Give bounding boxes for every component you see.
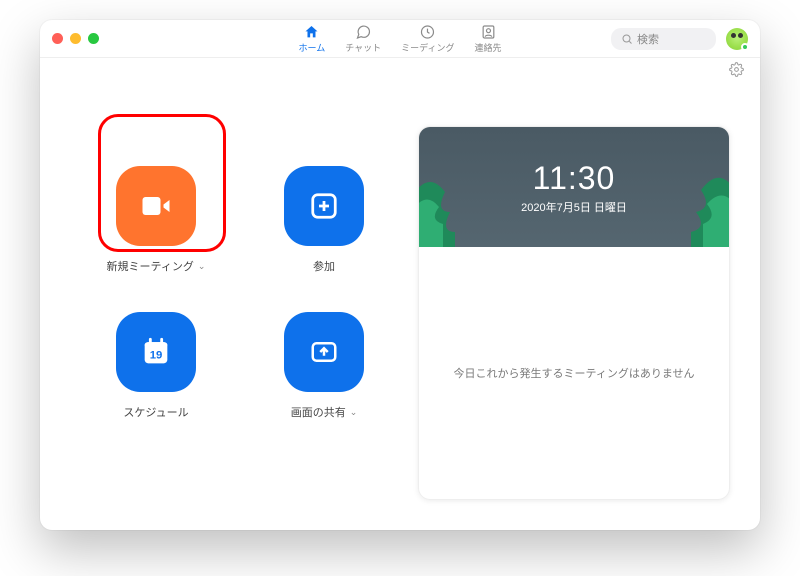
tab-contacts-label: 連絡先 — [475, 41, 502, 54]
tab-chat[interactable]: チャット — [345, 24, 381, 54]
action-tiles: 新規ミーティング ⌄ 参加 — [90, 126, 390, 500]
share-label: 画面の共有 — [291, 404, 346, 420]
tab-chat-label: チャット — [345, 41, 381, 54]
chat-icon — [355, 24, 371, 40]
search-placeholder: 検索 — [637, 31, 659, 47]
nav-tabs: ホーム チャット ミーディング 連絡先 — [298, 20, 501, 57]
toolbar — [40, 58, 760, 86]
tab-meetings[interactable]: ミーディング — [401, 24, 454, 54]
calendar-icon: 19 — [139, 335, 173, 369]
tab-home[interactable]: ホーム — [298, 24, 325, 54]
home-icon — [304, 24, 320, 40]
plant-decor-right — [663, 162, 730, 247]
chevron-down-icon[interactable]: ⌄ — [350, 407, 358, 418]
schedule-label: スケジュール — [123, 404, 188, 420]
tab-contacts[interactable]: 連絡先 — [475, 24, 502, 54]
share-screen-button[interactable]: 画面の共有 ⌄ — [258, 312, 390, 420]
upcoming-panel: 11:30 2020年7月5日 日曜日 今日これから発生するミーティングはありま… — [418, 126, 730, 500]
contacts-icon — [480, 24, 496, 40]
clock-banner: 11:30 2020年7月5日 日曜日 — [419, 127, 729, 247]
plus-icon — [309, 191, 339, 221]
search-icon — [621, 33, 633, 45]
search-input[interactable]: 検索 — [611, 28, 716, 50]
tab-home-label: ホーム — [298, 41, 325, 54]
svg-text:19: 19 — [150, 349, 163, 361]
app-window: ホーム チャット ミーディング 連絡先 — [40, 20, 760, 530]
new-meeting-button[interactable]: 新規ミーティング ⌄ — [90, 166, 222, 274]
tab-meetings-label: ミーディング — [401, 41, 454, 54]
window-controls — [52, 33, 99, 44]
avatar[interactable] — [726, 28, 748, 50]
plant-decor-left — [418, 162, 485, 247]
schedule-button[interactable]: 19 スケジュール — [90, 312, 222, 420]
presence-dot — [741, 43, 749, 51]
titlebar: ホーム チャット ミーディング 連絡先 — [40, 20, 760, 58]
join-label: 参加 — [313, 258, 335, 274]
clock-icon — [420, 24, 436, 40]
maximize-window-button[interactable] — [88, 33, 99, 44]
join-button[interactable]: 参加 — [258, 166, 390, 274]
chevron-down-icon[interactable]: ⌄ — [198, 261, 206, 272]
new-meeting-label: 新規ミーティング — [107, 258, 194, 274]
share-up-icon — [309, 337, 339, 367]
clock-time: 11:30 — [533, 160, 616, 197]
no-meetings-text: 今日これから発生するミーティングはありません — [419, 247, 729, 499]
close-window-button[interactable] — [52, 33, 63, 44]
titlebar-right: 検索 — [611, 20, 748, 57]
clock-date: 2020年7月5日 日曜日 — [521, 199, 627, 215]
gear-icon — [729, 62, 744, 77]
minimize-window-button[interactable] — [70, 33, 81, 44]
settings-button[interactable] — [729, 62, 744, 82]
video-icon — [138, 188, 174, 224]
main-body: 新規ミーティング ⌄ 参加 — [40, 86, 760, 530]
